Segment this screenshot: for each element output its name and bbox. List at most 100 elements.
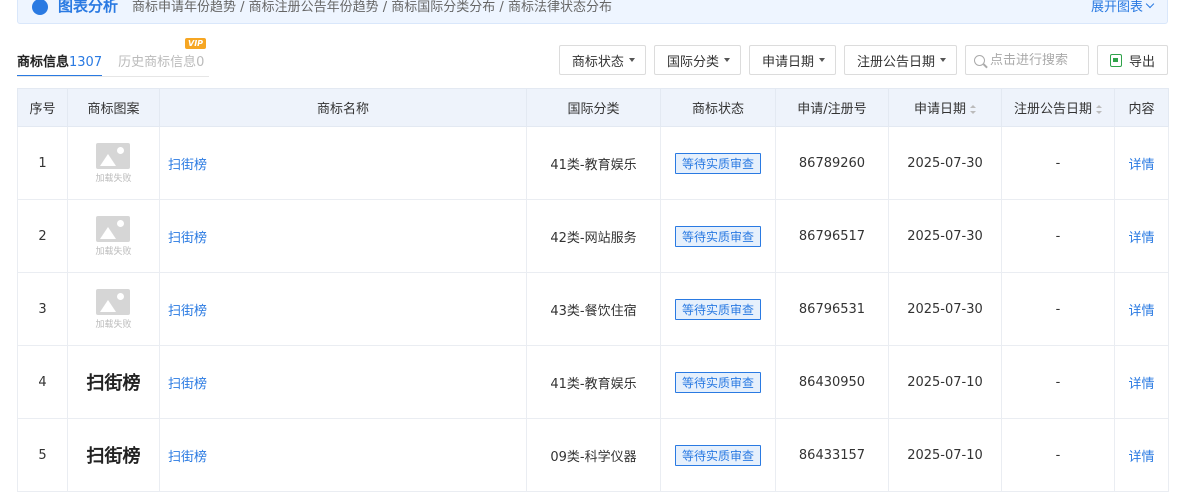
caret-down-icon [723, 58, 730, 62]
cell-reg-no: 86796531 [775, 272, 889, 346]
cell-name: 扫街榜 [159, 199, 527, 273]
caret-down-icon [628, 58, 635, 62]
header-no: 序号 [17, 88, 68, 127]
trademark-name-link[interactable]: 扫街榜 [168, 158, 207, 173]
image-fail-caption: 加载失败 [95, 246, 132, 257]
tab-history-trademark-info[interactable]: 历史商标信息0 [118, 51, 204, 76]
search-input[interactable] [989, 52, 1080, 68]
cell-apply-date: 2025-07-10 [888, 345, 1002, 419]
cell-class: 41类-教育娱乐 [526, 126, 661, 200]
filter-apply-date-label: 申请日期 [761, 54, 814, 70]
chart-links[interactable]: 商标申请年份趋势 / 商标注册公告年份趋势 / 商标国际分类分布 / 商标法律状… [132, 0, 1091, 15]
cell-status: 等待实质审查 [660, 272, 776, 346]
cell-announce-date: - [1001, 272, 1115, 346]
tab-trademark-info-count: 1307 [69, 55, 103, 70]
cell-status: 等待实质审查 [660, 199, 776, 273]
toolbar: 商标状态 国际分类 申请日期 注册公告日期 导出 [558, 45, 1168, 75]
image-placeholder: 加载失败 [95, 288, 132, 330]
filter-announce-date[interactable]: 注册公告日期 [843, 45, 957, 75]
cell-class: 42类-网站服务 [526, 199, 661, 273]
cell-apply-date: 2025-07-30 [888, 126, 1002, 200]
vip-badge: VIP [185, 38, 207, 49]
status-badge: 等待实质审查 [674, 225, 761, 247]
sort-icon[interactable] [970, 105, 976, 114]
header-apply-date[interactable]: 申请日期 [888, 88, 1002, 127]
chart-pie-icon [32, 0, 48, 15]
cell-no: 5 [17, 418, 68, 492]
expand-charts-button[interactable]: 展开图表 [1091, 0, 1155, 15]
table-row: 1 加载失败 扫街榜 41类-教育娱乐 等待实质审查 86789260 2025-07-30… [17, 126, 1169, 200]
detail-link[interactable]: 详情 [1128, 450, 1154, 465]
filter-apply-date[interactable]: 申请日期 [748, 45, 836, 75]
cell-name: 扫街榜 [159, 272, 527, 346]
header-image: 商标图案 [67, 88, 160, 127]
chevron-down-icon [1145, 0, 1155, 8]
cell-reg-no: 86430950 [775, 345, 889, 419]
cell-apply-date: 2025-07-10 [888, 418, 1002, 492]
trademark-name-link[interactable]: 扫街榜 [168, 231, 207, 246]
cell-image: 扫街榜 [67, 345, 160, 419]
search-icon [973, 54, 985, 66]
cell-name: 扫街榜 [159, 345, 527, 419]
cell-class: 09类-科学仪器 [526, 418, 661, 492]
filter-trademark-status-label: 商标状态 [571, 54, 624, 70]
table-body: 1 加载失败 扫街榜 41类-教育娱乐 等待实质审查 86789260 2025-07-30… [17, 126, 1169, 492]
tab-history-label: 历史商标信息 [118, 55, 197, 70]
detail-link[interactable]: 详情 [1128, 304, 1154, 319]
trademark-name-link[interactable]: 扫街榜 [168, 304, 207, 319]
filter-announce-date-label: 注册公告日期 [856, 54, 935, 70]
cell-content: 详情 [1114, 418, 1169, 492]
image-placeholder-icon [96, 142, 131, 169]
image-fail-caption: 加载失败 [95, 319, 132, 330]
cell-no: 3 [17, 272, 68, 346]
sort-icon[interactable] [1096, 105, 1102, 114]
cell-status: 等待实质审查 [660, 126, 776, 200]
cell-no: 4 [17, 345, 68, 419]
tab-trademark-info[interactable]: 商标信息1307 [17, 51, 103, 77]
cell-content: 详情 [1114, 126, 1169, 200]
header-apply-date-label: 申请日期 [913, 102, 966, 117]
filter-trademark-status[interactable]: 商标状态 [558, 45, 646, 75]
header-reg-no: 申请/注册号 [775, 88, 889, 127]
search-box[interactable] [964, 45, 1089, 75]
status-badge: 等待实质审查 [674, 152, 761, 174]
caret-down-icon [818, 58, 825, 62]
status-badge: 等待实质审查 [674, 298, 761, 320]
cell-announce-date: - [1001, 126, 1115, 200]
header-content: 内容 [1114, 88, 1169, 127]
cell-no: 1 [17, 126, 68, 200]
cell-announce-date: - [1001, 345, 1115, 419]
table-row: 5 扫街榜 扫街榜 09类-科学仪器 等待实质审查 86433157 2025-07-10-… [17, 418, 1169, 492]
cell-name: 扫街榜 [159, 418, 527, 492]
cell-reg-no: 86796517 [775, 199, 889, 273]
word-mark-image: 扫街榜 [86, 373, 141, 394]
word-mark-image: 扫街榜 [86, 446, 141, 467]
status-badge: 等待实质审查 [674, 444, 761, 466]
trademark-table: 序号 商标图案 商标名称 国际分类 商标状态 申请/注册号 申请日期 注册公告日… [17, 88, 1169, 492]
cell-content: 详情 [1114, 199, 1169, 273]
trademark-name-link[interactable]: 扫街榜 [168, 377, 207, 392]
tab-history-count: 0 [196, 55, 205, 70]
image-fail-caption: 加载失败 [95, 173, 132, 184]
export-button[interactable]: 导出 [1096, 45, 1168, 75]
trademark-name-link[interactable]: 扫街榜 [168, 450, 207, 465]
image-placeholder-icon [96, 288, 131, 315]
excel-icon [1109, 53, 1122, 67]
table-row: 3 加载失败 扫街榜 43类-餐饮住宿 等待实质审查 86796531 2025-07-30… [17, 272, 1169, 346]
detail-link[interactable]: 详情 [1128, 158, 1154, 173]
detail-link[interactable]: 详情 [1128, 377, 1154, 392]
cell-reg-no: 86433157 [775, 418, 889, 492]
detail-link[interactable]: 详情 [1128, 231, 1154, 246]
header-announce-date[interactable]: 注册公告日期 [1001, 88, 1115, 127]
export-label: 导出 [1128, 54, 1155, 70]
cell-reg-no: 86789260 [775, 126, 889, 200]
cell-apply-date: 2025-07-30 [888, 199, 1002, 273]
filter-international-class[interactable]: 国际分类 [653, 45, 741, 75]
cell-image: 加载失败 [67, 272, 160, 346]
cell-status: 等待实质审查 [660, 418, 776, 492]
filter-international-class-label: 国际分类 [666, 54, 719, 70]
cell-image: 加载失败 [67, 126, 160, 200]
tab-bar: 商标信息1307 历史商标信息0 VIP [17, 38, 220, 77]
header-status: 商标状态 [660, 88, 776, 127]
cell-announce-date: - [1001, 199, 1115, 273]
